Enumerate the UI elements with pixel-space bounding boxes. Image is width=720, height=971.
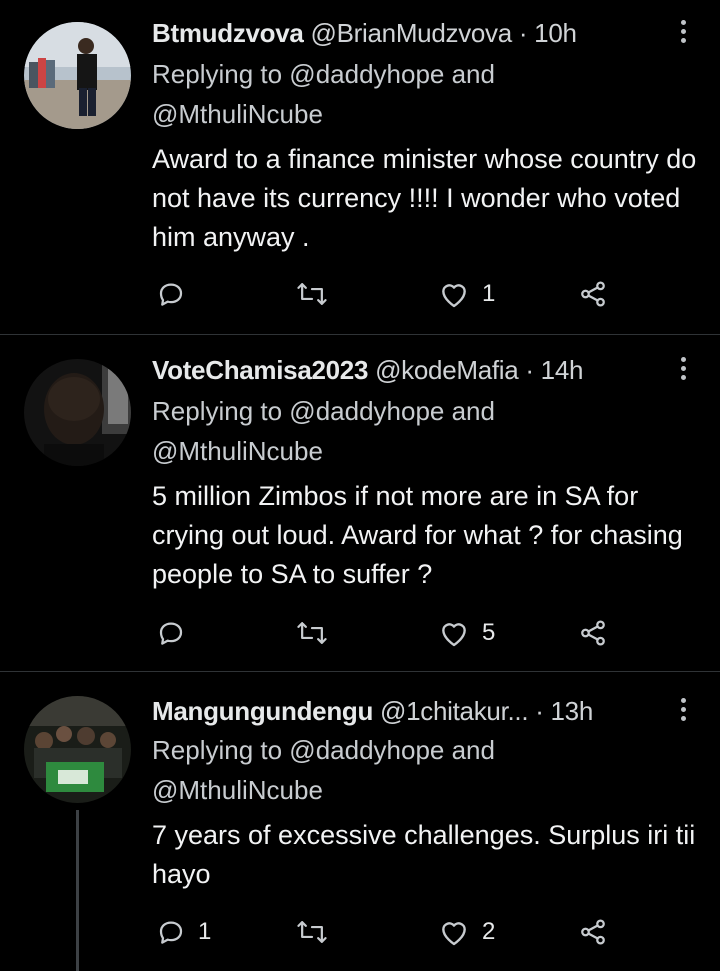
retweet-button[interactable] xyxy=(296,912,340,952)
display-name[interactable]: Btmudzvova xyxy=(152,18,304,48)
thread-connector-line xyxy=(76,810,79,971)
more-options-icon[interactable] xyxy=(680,20,686,48)
display-name[interactable]: VoteChamisa2023 xyxy=(152,355,368,385)
tweet-text: Award to a finance minister whose countr… xyxy=(152,144,697,252)
separator-dot: · xyxy=(525,355,534,385)
replying-to-line-2[interactable]: @MthuliNcube xyxy=(152,94,572,134)
retweet-icon xyxy=(297,921,327,943)
avatar[interactable] xyxy=(24,359,131,466)
tweet-text: 7 years of excessive challenges. Surplus… xyxy=(152,820,696,889)
replying-to-line-1[interactable]: Replying to @daddyhope and xyxy=(152,391,572,431)
tweet-actions: 1 2 xyxy=(152,912,632,952)
avatar-photo xyxy=(24,696,131,803)
more-options-icon[interactable] xyxy=(680,698,686,726)
reply-button[interactable] xyxy=(156,613,198,653)
retweet-icon xyxy=(297,283,327,305)
tweet[interactable]: VoteChamisa2023 @kodeMafia · 14h Replyin… xyxy=(0,335,720,671)
separator-dot: · xyxy=(535,696,544,726)
tweet[interactable]: Mangungundengu @1chitakur... · 13h Reply… xyxy=(0,672,720,971)
tweet[interactable]: Btmudzvova @BrianMudzvova · 10h Replying… xyxy=(0,0,720,334)
reply-icon xyxy=(159,921,183,944)
tweet-actions: 5 xyxy=(152,613,632,653)
like-button[interactable]: 2 xyxy=(438,912,495,952)
share-icon xyxy=(581,620,605,646)
more-options-icon[interactable] xyxy=(680,357,686,385)
heart-icon xyxy=(442,922,466,946)
like-button[interactable]: 5 xyxy=(438,613,495,653)
share-icon xyxy=(581,919,605,945)
like-count: 5 xyxy=(482,619,496,646)
avatar[interactable] xyxy=(24,696,131,803)
replying-to-line-2[interactable]: @MthuliNcube xyxy=(152,770,572,810)
separator-dot: · xyxy=(518,18,528,48)
replying-to-line-1[interactable]: Replying to @daddyhope and xyxy=(152,730,572,770)
reply-button[interactable]: 1 xyxy=(156,912,211,952)
heart-icon xyxy=(442,623,466,647)
replying-to-line-1[interactable]: Replying to @daddyhope and xyxy=(152,54,572,94)
avatar-photo xyxy=(24,359,131,466)
like-count: 2 xyxy=(482,918,496,945)
retweet-icon xyxy=(297,622,327,644)
timestamp[interactable]: 14h xyxy=(541,355,584,385)
user-handle[interactable]: @BrianMudzvova xyxy=(311,18,513,48)
share-button[interactable] xyxy=(578,274,608,314)
share-icon xyxy=(581,281,605,307)
tweet-text: 5 million Zimbos if not more are in SA f… xyxy=(152,481,683,589)
replying-to-line-2[interactable]: @MthuliNcube xyxy=(152,431,572,471)
reply-button[interactable] xyxy=(156,274,198,314)
reply-count: 1 xyxy=(198,918,212,945)
avatar-photo xyxy=(24,22,131,129)
tweet-header: VoteChamisa2023 @kodeMafia · 14h xyxy=(152,353,696,387)
timestamp[interactable]: 10h xyxy=(534,18,577,48)
like-count: 1 xyxy=(482,280,496,307)
user-handle[interactable]: @1chitakur... xyxy=(380,696,529,726)
tweet-header: Mangungundengu @1chitakur... · 13h xyxy=(152,694,696,728)
retweet-button[interactable] xyxy=(296,274,340,314)
retweet-button[interactable] xyxy=(296,613,340,653)
timestamp[interactable]: 13h xyxy=(551,696,594,726)
display-name[interactable]: Mangungundengu xyxy=(152,696,373,726)
avatar[interactable] xyxy=(24,22,131,129)
reply-icon xyxy=(159,283,183,306)
share-button[interactable] xyxy=(578,912,608,952)
reply-icon xyxy=(159,622,183,645)
heart-icon xyxy=(442,284,466,308)
tweet-header: Btmudzvova @BrianMudzvova · 10h xyxy=(152,16,696,50)
user-handle[interactable]: @kodeMafia xyxy=(375,355,519,385)
like-button[interactable]: 1 xyxy=(438,274,495,314)
tweet-actions: 1 xyxy=(152,274,632,314)
share-button[interactable] xyxy=(578,613,608,653)
